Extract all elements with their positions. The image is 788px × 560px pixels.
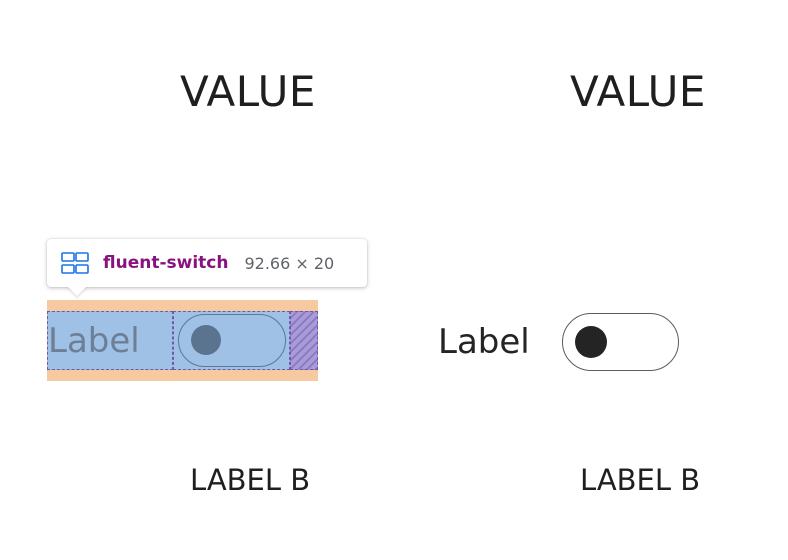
value-heading-left: VALUE [180, 67, 316, 116]
inspector-gap-highlight [290, 311, 318, 370]
inspected-switch-thumb [191, 325, 221, 355]
inspector-tooltip: fluent-switch 92.66 × 20 [47, 239, 367, 287]
caption-right: LABEL B [580, 463, 701, 497]
switch-toggle[interactable] [562, 313, 679, 371]
switch-thumb [575, 326, 607, 358]
inspected-switch[interactable]: Label [47, 311, 318, 370]
caption-left: LABEL B [190, 463, 311, 497]
inspected-switch-label-box: Label [47, 311, 173, 370]
inspected-switch-label: Label [48, 321, 140, 361]
tooltip-element-tag: fluent-switch [103, 253, 229, 273]
inspected-switch-track[interactable] [178, 314, 286, 367]
tooltip-element-dimensions: 92.66 × 20 [244, 253, 335, 273]
value-heading-right: VALUE [570, 67, 706, 116]
flex-container-icon [61, 252, 89, 274]
inspected-switch-track-box[interactable] [173, 311, 290, 370]
switch-label: Label [438, 322, 530, 362]
